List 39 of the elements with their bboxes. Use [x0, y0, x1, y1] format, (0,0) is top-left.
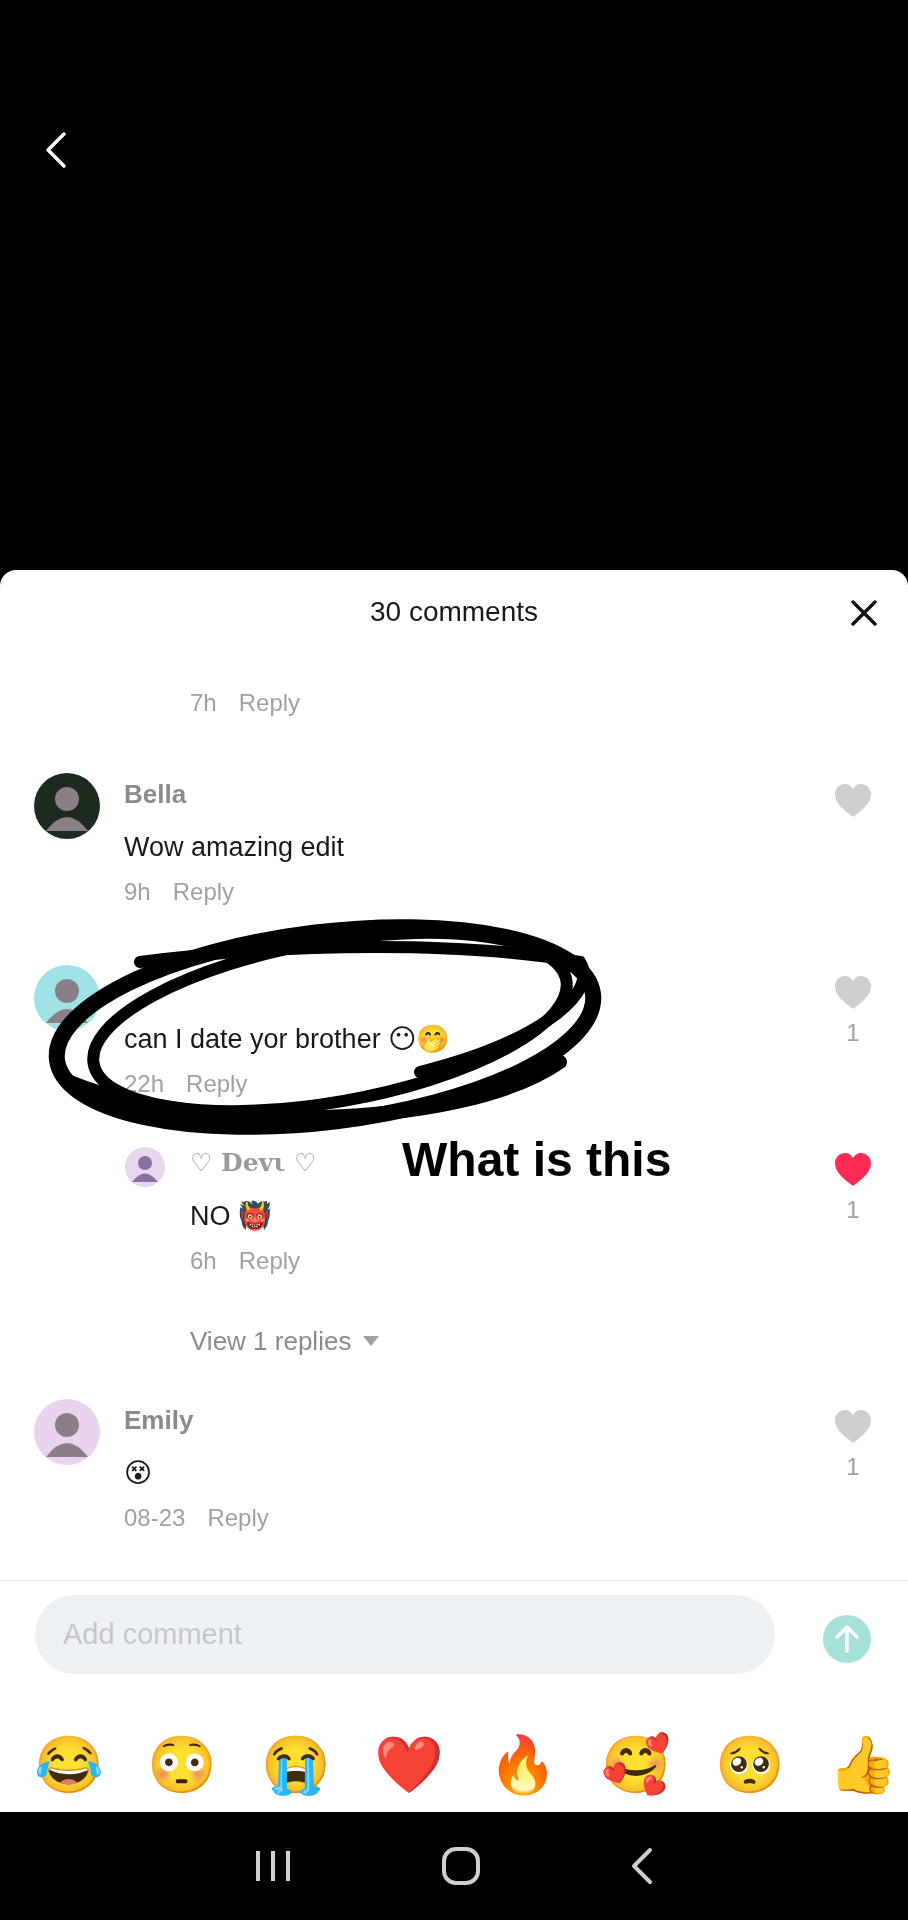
like-count: 1 [846, 1019, 860, 1048]
comment-text: can I date yor brother 😶🤭 [124, 1023, 452, 1057]
emoji-button[interactable]: 🥺 [714, 1729, 785, 1800]
reply-link[interactable]: Reply [207, 1498, 269, 1539]
like-count: 1 [846, 1196, 860, 1225]
avatar[interactable] [34, 773, 100, 840]
emoji-button[interactable]: 🔥 [487, 1729, 558, 1800]
back-icon[interactable] [629, 1846, 654, 1886]
comment-time: 08-23 [124, 1503, 186, 1534]
back-icon[interactable] [44, 130, 68, 170]
recent-apps-icon[interactable] [254, 1849, 293, 1883]
emoji-button[interactable]: 🥰 [601, 1729, 672, 1800]
comment-text: 😵 [124, 1457, 154, 1491]
close-icon[interactable] [851, 600, 877, 626]
user-name[interactable]: Emily [124, 1405, 194, 1436]
reply-link[interactable]: Reply [172, 872, 235, 913]
user-name[interactable]: ♡ Devι ♡ [190, 1148, 317, 1178]
comment-time: 6h [190, 1246, 217, 1277]
home-icon[interactable] [441, 1846, 481, 1886]
overlay-caption: What is this [402, 1132, 672, 1188]
comments-title: 30 comments [369, 596, 539, 628]
emoji-button[interactable]: 😭 [260, 1729, 331, 1800]
reply-link[interactable]: Reply [238, 1241, 301, 1282]
emoji-button[interactable]: 😂 [34, 1729, 104, 1800]
reply-link[interactable]: Reply [238, 683, 301, 724]
like-count: 1 [846, 1453, 860, 1482]
heart-icon[interactable] [833, 1152, 873, 1189]
comment-time: 7h [190, 688, 217, 719]
emoji-button[interactable]: 😳 [147, 1729, 218, 1800]
comment-text: NO 👹 [190, 1199, 273, 1234]
caret-icon [363, 1336, 380, 1347]
emoji-button[interactable]: 👍 [827, 1729, 898, 1800]
emoji-button[interactable]: ❤ [374, 1729, 445, 1800]
avatar[interactable] [34, 965, 100, 1032]
comment-time: 9h [124, 877, 151, 908]
comment-text: Wow amazing edit [124, 831, 346, 865]
view-replies-button[interactable]: View 1 replies [190, 1321, 380, 1362]
reply-link[interactable]: Reply [186, 1064, 248, 1105]
user-name[interactable]: Bella [124, 779, 187, 810]
